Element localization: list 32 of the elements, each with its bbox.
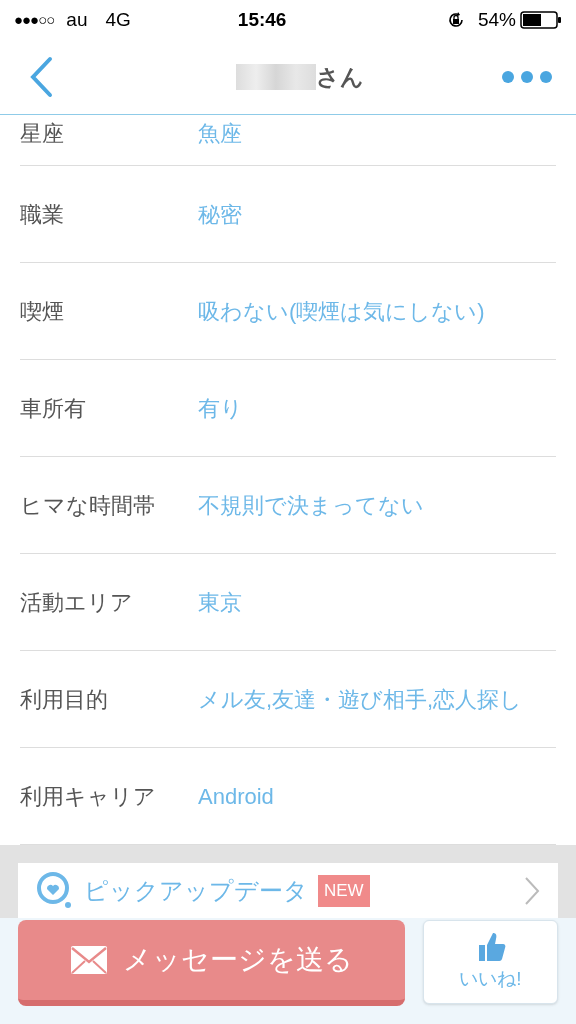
field-label: 星座 [20,120,65,148]
new-badge: NEW [318,875,370,907]
field-label: 活動エリア [20,588,134,617]
more-icon[interactable] [502,71,552,83]
field-label: 喫煙 [20,297,65,326]
send-message-button[interactable]: メッセージを送る [18,920,405,1006]
field-value: 魚座 [198,120,242,148]
field-value: メル友,友達・遊び相手,恋人探し [198,685,523,714]
battery-percent: 54% [477,7,516,32]
like-button[interactable]: いいね! [423,920,558,1004]
field-label: 職業 [20,200,65,229]
pickup-card[interactable]: ピックアップデータ NEW [18,863,558,919]
field-value: 吸わない(喫煙は気にしない) [198,297,485,326]
clock-time: 15:46 [237,7,287,32]
field-label: 車所有 [20,394,87,423]
carrier-name: au [66,7,88,32]
chevron-right-icon [524,876,540,906]
field-value: Android [198,782,274,811]
field-label: ヒマな時間帯 [20,491,156,520]
field-value: 東京 [198,588,242,617]
field-label: 利用キャリア [20,782,157,811]
battery-icon [520,10,562,30]
profile-title: さん [316,62,364,92]
field-value: 秘密 [198,200,242,229]
field-value: 不規則で決まってない [198,491,424,520]
heart-magnifier-icon [36,871,74,911]
envelope-icon [70,946,107,974]
field-label: 利用目的 [20,685,109,714]
network-type: 4G [105,7,131,32]
field-value: 有り [198,394,243,423]
signal-strength: ●●●○○ [14,9,55,30]
pickup-title: ピックアップデータ [84,876,308,906]
